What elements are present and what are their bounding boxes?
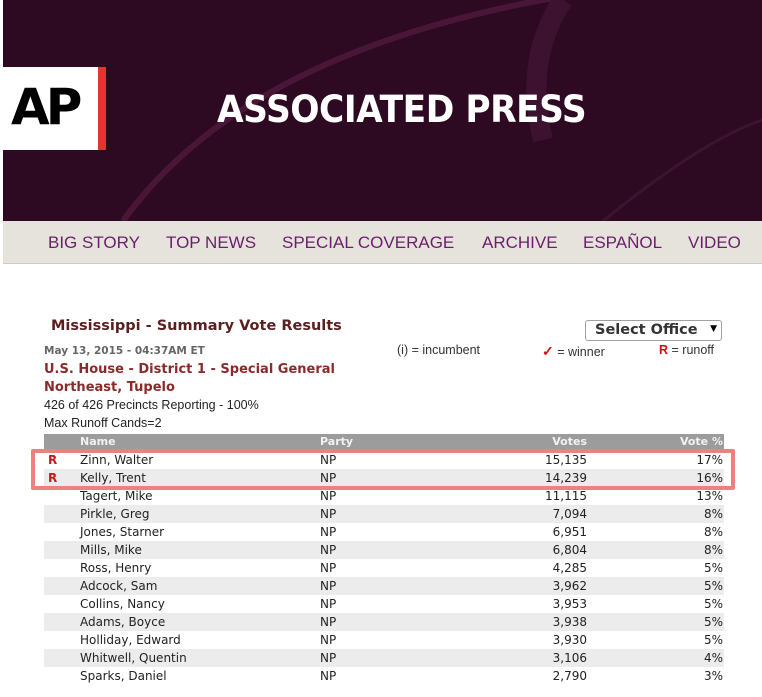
candidate-votes: 6,951 [552,525,587,539]
candidate-party: NP [320,651,337,665]
candidate-name: Pirkle, Greg [80,507,150,521]
nav-item-espanol[interactable]: ESPAÑOL [583,233,662,253]
runoff-icon: R [659,343,669,357]
office-select-value: Select Office [595,322,698,338]
candidate-vote-pct: 5% [703,615,723,629]
candidate-party: NP [320,561,337,575]
candidate-name: Tagert, Mike [80,489,153,503]
column-header-party: Party [320,435,354,448]
candidate-name: Adams, Boyce [80,615,166,629]
max-runoff: Max Runoff Cands=2 [44,416,162,430]
candidate-votes: 4,285 [552,561,587,575]
column-header-vote-pct: Vote % [679,435,723,448]
page-title: Mississippi - Summary Vote Results [51,318,342,334]
race-region: Northeast, Tupelo [44,380,175,395]
runoff-highlight-box [31,449,735,490]
candidate-party: NP [320,615,337,629]
precincts-reporting: 426 of 426 Precincts Reporting - 100% [44,398,259,412]
column-header-votes: Votes [552,435,587,448]
candidate-votes: 3,938 [552,615,587,629]
main-nav: BIG STORY TOP NEWS SPECIAL COVERAGE ARCH… [3,221,762,264]
candidate-votes: 7,094 [552,507,587,521]
table-row: Mills, Mike NP 6,804 8% [44,541,724,559]
candidate-party: NP [320,633,337,647]
nav-item-special-coverage[interactable]: SPECIAL COVERAGE [282,233,454,253]
table-row: Whitwell, Quentin NP 3,106 4% [44,649,724,667]
candidate-vote-pct: 5% [703,597,723,611]
brand-name: ASSOCIATED PRESS [217,88,587,131]
candidate-name: Whitwell, Quentin [80,651,187,665]
candidate-name: Holliday, Edward [80,633,181,647]
table-row: Collins, Nancy NP 3,953 5% [44,595,724,613]
candidate-vote-pct: 5% [703,633,723,647]
candidate-party: NP [320,579,337,593]
candidate-vote-pct: 3% [703,669,723,683]
candidate-votes: 3,930 [552,633,587,647]
candidate-party: NP [320,669,337,683]
table-row: Pirkle, Greg NP 7,094 8% [44,505,724,523]
legend-winner: ✓ = winner [542,343,605,360]
candidate-name: Jones, Starner [80,525,165,539]
table-row: Sparks, Daniel NP 2,790 3% [44,667,724,685]
candidate-votes: 6,804 [552,543,587,557]
table-row: Adams, Boyce NP 3,938 5% [44,613,724,631]
table-row: Ross, Henry NP 4,285 5% [44,559,724,577]
nav-item-big-story[interactable]: BIG STORY [48,233,140,253]
nav-item-top-news[interactable]: TOP NEWS [166,233,256,253]
candidate-vote-pct: 8% [703,507,723,521]
table-row: Jones, Starner NP 6,951 8% [44,523,724,541]
column-header-name: Name [80,435,116,448]
race-title: U.S. House - District 1 - Special Genera… [44,362,335,377]
table-row: Holliday, Edward NP 3,930 5% [44,631,724,649]
candidate-name: Collins, Nancy [80,597,165,611]
candidate-votes: 3,106 [552,651,587,665]
candidate-name: Ross, Henry [80,561,152,575]
candidate-vote-pct: 13% [696,489,723,503]
timestamp: May 13, 2015 - 04:37AM ET [44,345,205,357]
candidate-vote-pct: 5% [703,579,723,593]
candidate-votes: 11,115 [545,489,587,503]
candidate-party: NP [320,507,337,521]
office-select[interactable]: Select Office ▼ [585,320,722,341]
ap-logo[interactable]: AP [3,67,106,150]
candidate-votes: 2,790 [552,669,587,683]
candidate-vote-pct: 5% [703,561,723,575]
candidate-vote-pct: 8% [703,543,723,557]
table-row: Adcock, Sam NP 3,962 5% [44,577,724,595]
candidate-name: Sparks, Daniel [80,669,167,683]
candidate-name: Adcock, Sam [80,579,158,593]
ap-logo-text: AP [11,78,82,136]
checkmark-icon: ✓ [542,343,554,359]
candidate-votes: 3,953 [552,597,587,611]
candidate-party: NP [320,525,337,539]
chevron-down-icon: ▼ [710,324,717,334]
candidate-vote-pct: 4% [703,651,723,665]
legend-incumbent: (i) = incumbent [397,343,481,357]
legend-winner-label: = winner [557,345,605,359]
legend-runoff: R = runoff [659,343,714,357]
nav-item-archive[interactable]: ARCHIVE [482,233,558,253]
candidate-party: NP [320,489,337,503]
legend-runoff-label: = runoff [671,343,715,357]
candidate-vote-pct: 8% [703,525,723,539]
candidate-votes: 3,962 [552,579,587,593]
candidate-party: NP [320,597,337,611]
candidate-name: Mills, Mike [80,543,142,557]
nav-item-video[interactable]: VIDEO [688,233,741,253]
results-table-header: Name Party Votes Vote % [44,434,724,450]
candidate-party: NP [320,543,337,557]
header-banner: AP ASSOCIATED PRESS [3,0,762,221]
